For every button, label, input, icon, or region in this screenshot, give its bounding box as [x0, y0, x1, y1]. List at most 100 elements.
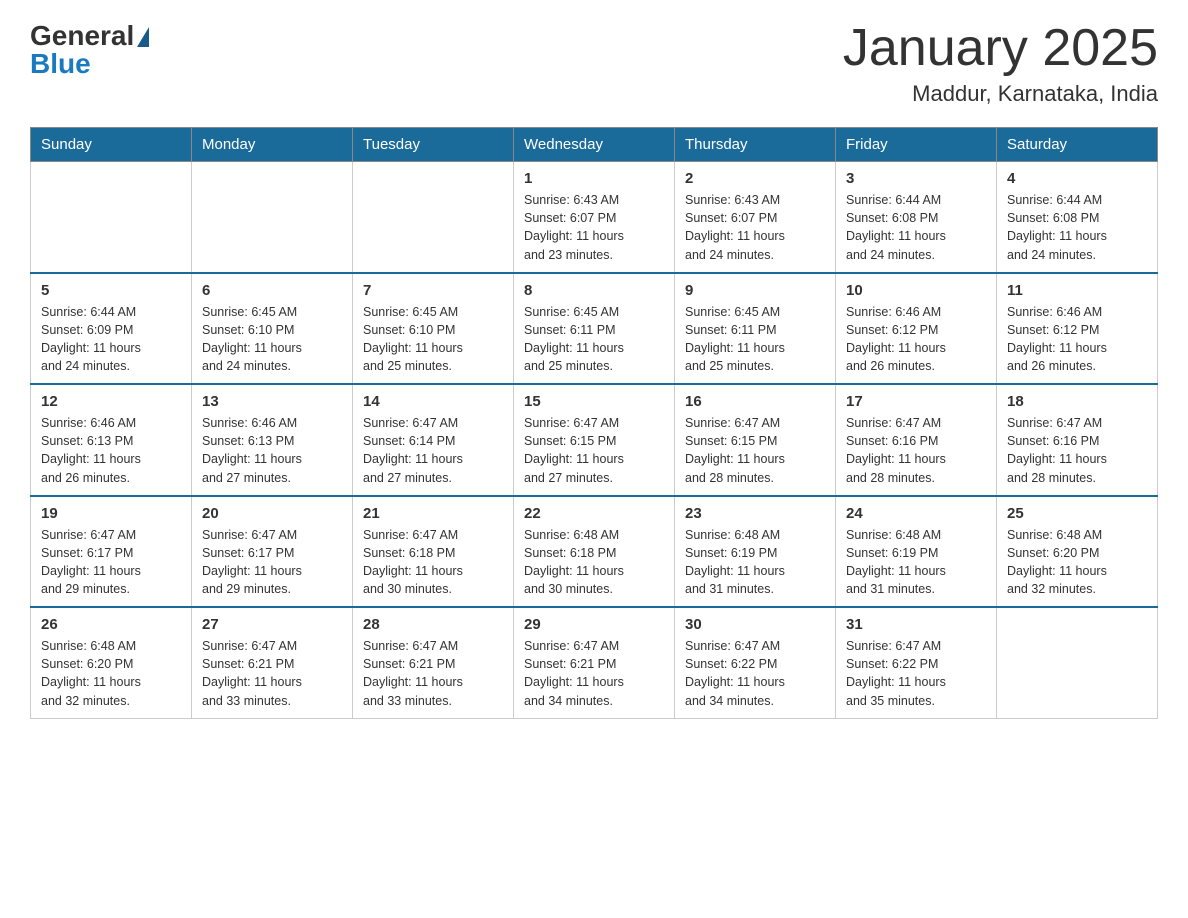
column-header-sunday: Sunday [31, 128, 192, 162]
day-number: 1 [524, 170, 664, 187]
calendar-cell: 19 Sunrise: 6:47 AM Sunset: 6:17 PM Dayli… [31, 496, 192, 608]
calendar-cell: 31 Sunrise: 6:47 AM Sunset: 6:22 PM Dayli… [836, 607, 997, 718]
column-header-monday: Monday [192, 128, 353, 162]
calendar-cell [353, 162, 514, 273]
calendar-cell: 24 Sunrise: 6:48 AM Sunset: 6:19 PM Dayli… [836, 496, 997, 608]
day-number: 9 [685, 282, 825, 299]
day-number: 27 [202, 616, 342, 633]
day-info: Sunrise: 6:47 AM Sunset: 6:21 PM Dayligh… [202, 637, 342, 710]
calendar-cell: 17 Sunrise: 6:47 AM Sunset: 6:16 PM Dayli… [836, 384, 997, 496]
calendar-header-row: SundayMondayTuesdayWednesdayThursdayFrid… [31, 128, 1158, 162]
calendar-cell: 18Sunrise: 6:47 AM Sunset: 6:16 PM Dayli… [997, 384, 1158, 496]
logo-blue: Blue [30, 48, 149, 80]
calendar-cell: 15 Sunrise: 6:47 AM Sunset: 6:15 PM Dayli… [514, 384, 675, 496]
day-info: Sunrise: 6:47 AM Sunset: 6:14 PM Dayligh… [363, 414, 503, 487]
day-number: 12 [41, 393, 181, 410]
calendar-cell: 27 Sunrise: 6:47 AM Sunset: 6:21 PM Dayli… [192, 607, 353, 718]
day-number: 19 [41, 505, 181, 522]
day-number: 24 [846, 505, 986, 522]
calendar-cell: 30 Sunrise: 6:47 AM Sunset: 6:22 PM Dayli… [675, 607, 836, 718]
logo-triangle-icon [137, 27, 149, 47]
calendar-cell: 22 Sunrise: 6:48 AM Sunset: 6:18 PM Dayli… [514, 496, 675, 608]
day-number: 6 [202, 282, 342, 299]
day-number: 25 [1007, 505, 1147, 522]
day-number: 23 [685, 505, 825, 522]
day-number: 26 [41, 616, 181, 633]
calendar-title: January 2025 [843, 20, 1158, 77]
day-number: 8 [524, 282, 664, 299]
calendar-cell: 14 Sunrise: 6:47 AM Sunset: 6:14 PM Dayli… [353, 384, 514, 496]
calendar-cell: 4 Sunrise: 6:44 AM Sunset: 6:08 PM Daylig… [997, 162, 1158, 273]
calendar-cell: 12 Sunrise: 6:46 AM Sunset: 6:13 PM Dayli… [31, 384, 192, 496]
calendar-week-row: 19 Sunrise: 6:47 AM Sunset: 6:17 PM Dayli… [31, 496, 1158, 608]
column-header-saturday: Saturday [997, 128, 1158, 162]
page-header: General Blue January 2025 Maddur, Karnat… [30, 20, 1158, 107]
day-number: 22 [524, 505, 664, 522]
day-info: Sunrise: 6:48 AM Sunset: 6:19 PM Dayligh… [846, 526, 986, 599]
day-info: Sunrise: 6:46 AM Sunset: 6:12 PM Dayligh… [846, 303, 986, 376]
day-number: 11 [1007, 282, 1147, 299]
calendar-cell: 25 Sunrise: 6:48 AM Sunset: 6:20 PM Dayli… [997, 496, 1158, 608]
day-info: Sunrise: 6:47 AM Sunset: 6:17 PM Dayligh… [202, 526, 342, 599]
day-info: Sunrise: 6:43 AM Sunset: 6:07 PM Dayligh… [685, 191, 825, 264]
calendar-cell: 11 Sunrise: 6:46 AM Sunset: 6:12 PM Dayli… [997, 273, 1158, 385]
day-info: Sunrise: 6:46 AM Sunset: 6:13 PM Dayligh… [41, 414, 181, 487]
calendar-cell: 9 Sunrise: 6:45 AM Sunset: 6:11 PM Daylig… [675, 273, 836, 385]
calendar-week-row: 12 Sunrise: 6:46 AM Sunset: 6:13 PM Dayli… [31, 384, 1158, 496]
day-number: 7 [363, 282, 503, 299]
calendar-cell: 10 Sunrise: 6:46 AM Sunset: 6:12 PM Dayli… [836, 273, 997, 385]
day-info: Sunrise: 6:47 AM Sunset: 6:22 PM Dayligh… [846, 637, 986, 710]
day-number: 16 [685, 393, 825, 410]
day-number: 21 [363, 505, 503, 522]
day-number: 17 [846, 393, 986, 410]
day-info: Sunrise: 6:44 AM Sunset: 6:08 PM Dayligh… [1007, 191, 1147, 264]
day-info: Sunrise: 6:47 AM Sunset: 6:15 PM Dayligh… [685, 414, 825, 487]
day-number: 2 [685, 170, 825, 187]
day-info: Sunrise: 6:45 AM Sunset: 6:10 PM Dayligh… [363, 303, 503, 376]
day-number: 15 [524, 393, 664, 410]
day-number: 14 [363, 393, 503, 410]
calendar-week-row: 5 Sunrise: 6:44 AM Sunset: 6:09 PM Daylig… [31, 273, 1158, 385]
day-info: Sunrise: 6:47 AM Sunset: 6:15 PM Dayligh… [524, 414, 664, 487]
day-info: Sunrise: 6:46 AM Sunset: 6:12 PM Dayligh… [1007, 303, 1147, 376]
title-block: January 2025 Maddur, Karnataka, India [843, 20, 1158, 107]
calendar-subtitle: Maddur, Karnataka, India [843, 81, 1158, 107]
day-number: 10 [846, 282, 986, 299]
calendar-cell: 23 Sunrise: 6:48 AM Sunset: 6:19 PM Dayli… [675, 496, 836, 608]
calendar-cell: 13Sunrise: 6:46 AM Sunset: 6:13 PM Dayli… [192, 384, 353, 496]
day-number: 5 [41, 282, 181, 299]
calendar-cell: 28Sunrise: 6:47 AM Sunset: 6:21 PM Dayli… [353, 607, 514, 718]
day-info: Sunrise: 6:44 AM Sunset: 6:09 PM Dayligh… [41, 303, 181, 376]
day-number: 29 [524, 616, 664, 633]
day-info: Sunrise: 6:47 AM Sunset: 6:17 PM Dayligh… [41, 526, 181, 599]
calendar-cell [192, 162, 353, 273]
calendar-cell: 6Sunrise: 6:45 AM Sunset: 6:10 PM Daylig… [192, 273, 353, 385]
day-info: Sunrise: 6:47 AM Sunset: 6:22 PM Dayligh… [685, 637, 825, 710]
day-info: Sunrise: 6:48 AM Sunset: 6:18 PM Dayligh… [524, 526, 664, 599]
day-number: 4 [1007, 170, 1147, 187]
calendar-cell: 5 Sunrise: 6:44 AM Sunset: 6:09 PM Daylig… [31, 273, 192, 385]
calendar-cell [997, 607, 1158, 718]
calendar-cell: 21Sunrise: 6:47 AM Sunset: 6:18 PM Dayli… [353, 496, 514, 608]
calendar-cell: 8Sunrise: 6:45 AM Sunset: 6:11 PM Daylig… [514, 273, 675, 385]
calendar-cell: 20 Sunrise: 6:47 AM Sunset: 6:17 PM Dayli… [192, 496, 353, 608]
calendar-week-row: 26 Sunrise: 6:48 AM Sunset: 6:20 PM Dayli… [31, 607, 1158, 718]
calendar-cell: 1 Sunrise: 6:43 AM Sunset: 6:07 PM Daylig… [514, 162, 675, 273]
day-number: 18 [1007, 393, 1147, 410]
day-number: 20 [202, 505, 342, 522]
day-info: Sunrise: 6:45 AM Sunset: 6:11 PM Dayligh… [685, 303, 825, 376]
calendar-cell: 7 Sunrise: 6:45 AM Sunset: 6:10 PM Daylig… [353, 273, 514, 385]
day-number: 13 [202, 393, 342, 410]
day-info: Sunrise: 6:47 AM Sunset: 6:21 PM Dayligh… [524, 637, 664, 710]
column-header-friday: Friday [836, 128, 997, 162]
day-info: Sunrise: 6:48 AM Sunset: 6:19 PM Dayligh… [685, 526, 825, 599]
calendar-cell: 26 Sunrise: 6:48 AM Sunset: 6:20 PM Dayli… [31, 607, 192, 718]
day-number: 30 [685, 616, 825, 633]
column-header-tuesday: Tuesday [353, 128, 514, 162]
day-number: 31 [846, 616, 986, 633]
day-info: Sunrise: 6:48 AM Sunset: 6:20 PM Dayligh… [1007, 526, 1147, 599]
day-info: Sunrise: 6:47 AM Sunset: 6:16 PM Dayligh… [846, 414, 986, 487]
day-info: Sunrise: 6:48 AM Sunset: 6:20 PM Dayligh… [41, 637, 181, 710]
day-info: Sunrise: 6:43 AM Sunset: 6:07 PM Dayligh… [524, 191, 664, 264]
day-number: 28 [363, 616, 503, 633]
